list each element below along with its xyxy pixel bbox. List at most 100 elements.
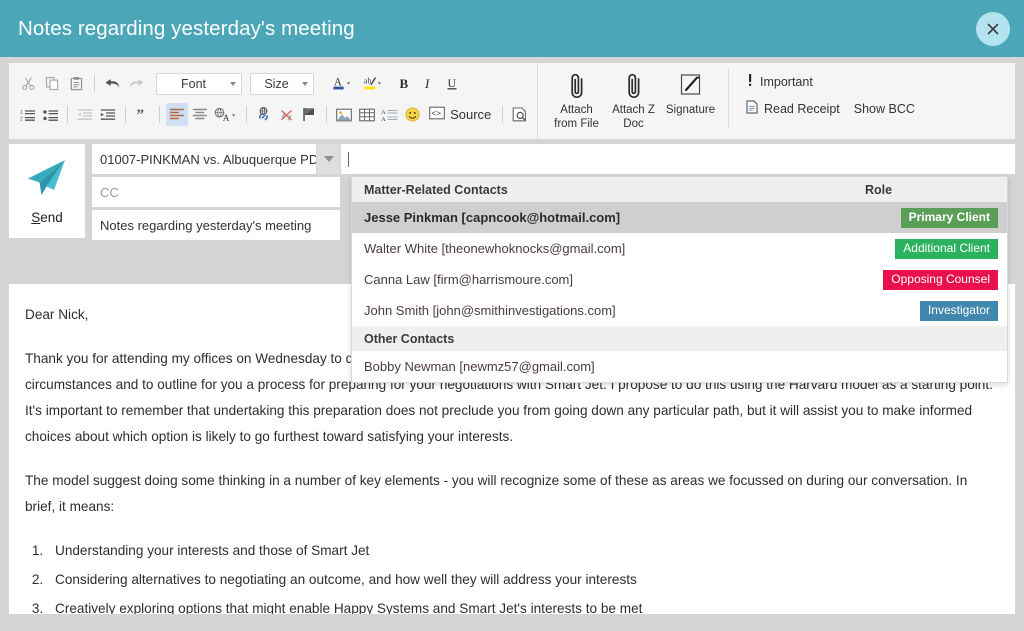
underline-button[interactable]: U (440, 72, 463, 95)
to-input[interactable] (341, 143, 1016, 175)
signature-label: Signature (665, 104, 716, 116)
read-receipt-toggle[interactable]: Read Receipt (746, 100, 840, 117)
preview-button[interactable] (509, 103, 531, 126)
svg-text:”: ” (136, 108, 144, 122)
source-button[interactable]: <> Source (424, 103, 496, 126)
font-family-value: Font (180, 76, 206, 91)
blockquote-icon: ” (136, 108, 150, 122)
message-options: Important Read Receipt Show BCC (738, 69, 915, 117)
templates-button[interactable]: A A (379, 103, 401, 126)
bulleted-list-button[interactable] (40, 103, 62, 126)
send-button[interactable]: Send (8, 143, 86, 239)
align-center-button[interactable] (189, 103, 211, 126)
underline-icon: U (445, 76, 459, 91)
chevron-down-icon (302, 81, 308, 86)
toolbar-divider (246, 106, 248, 123)
font-size-select[interactable]: Size (250, 72, 314, 95)
contacts-other-group-header: Other Contacts (352, 326, 1007, 351)
svg-text:U: U (447, 76, 456, 90)
decrease-indent-button[interactable] (74, 103, 96, 126)
attachment-buttons: Attach from File Attach Z Doc Signature (538, 69, 719, 131)
contacts-name-column-header: Matter-Related Contacts (364, 182, 508, 197)
contact-name: Jesse Pinkman [capncook@hotmail.com] (364, 210, 621, 225)
close-x-icon (986, 22, 1000, 36)
list-item: Understanding your interests and those o… (47, 538, 999, 564)
increase-indent-button[interactable] (97, 103, 119, 126)
image-button[interactable] (333, 103, 355, 126)
blockquote-button[interactable]: ” (132, 103, 154, 126)
table-button[interactable] (356, 103, 378, 126)
matter-select[interactable]: 01007-PINKMAN vs. Albuquerque PD (91, 143, 341, 175)
attach-from-file-line1: Attach (560, 104, 593, 116)
status-badge: Additional Client (895, 238, 998, 259)
bold-button[interactable]: B (392, 72, 415, 95)
contact-name: Canna Law [firm@harrismoure.com] (364, 272, 573, 287)
link-button[interactable] (253, 103, 275, 126)
contact-name: Bobby Newman [newmz57@gmail.com] (364, 359, 595, 374)
italic-button[interactable]: I (416, 72, 439, 95)
align-left-button[interactable] (166, 103, 189, 126)
subject-value: Notes regarding yesterday's meeting (100, 217, 312, 233)
numbered-list-icon: 1 2 (20, 108, 36, 122)
paste-icon (69, 76, 84, 91)
paperclip-icon (623, 69, 645, 103)
attach-z-doc-button[interactable]: Attach Z Doc (605, 69, 662, 131)
svg-text:1: 1 (20, 110, 23, 116)
toolbar-format-group: Font Size A ab B I U 1 2 ” A A A <> Sour… (9, 63, 537, 139)
paperclip-icon (566, 69, 588, 103)
toolbar-attachment-group: Attach from File Attach Z Doc Signature … (537, 63, 1015, 139)
font-family-select[interactable]: Font (156, 72, 242, 95)
link-icon (255, 107, 272, 122)
contacts-role-column-header: Role (865, 182, 893, 197)
receipt-bcc-row: Read Receipt Show BCC (746, 100, 915, 117)
attach-from-file-button[interactable]: Attach from File (548, 69, 605, 131)
close-button[interactable] (976, 11, 1010, 46)
contact-row-walter-white[interactable]: Walter White [theonewhoknocks@gmail.com]… (352, 233, 1007, 264)
svg-text:A: A (381, 109, 386, 116)
redo-button[interactable] (125, 72, 148, 95)
numbered-list-button[interactable]: 1 2 (17, 103, 39, 126)
undo-button[interactable] (101, 72, 124, 95)
anchor-button[interactable] (299, 103, 321, 126)
svg-text:A: A (223, 113, 230, 123)
signature-button[interactable]: Signature (662, 69, 719, 117)
read-receipt-label: Read Receipt (764, 101, 840, 116)
text-direction-icon: A (214, 107, 238, 123)
contact-row-john-smith[interactable]: John Smith [john@smithinvestigations.com… (352, 295, 1007, 326)
subject-input[interactable]: Notes regarding yesterday's meeting (91, 209, 341, 241)
svg-text:A: A (381, 116, 386, 122)
unlink-button[interactable] (276, 103, 298, 126)
contact-row-jesse-pinkman[interactable]: Jesse Pinkman [capncook@hotmail.com] Pri… (352, 202, 1007, 233)
body-key-elements-list: Understanding your interests and those o… (47, 538, 999, 614)
copy-button[interactable] (41, 72, 64, 95)
cut-icon (21, 76, 36, 91)
contact-row-bobby-newman[interactable]: Bobby Newman [newmz57@gmail.com] (352, 351, 1007, 382)
list-item: Creatively exploring options that might … (47, 596, 999, 614)
cut-button[interactable] (17, 72, 40, 95)
toolbar-divider (728, 69, 729, 129)
highlight-color-button[interactable]: ab (361, 72, 391, 95)
source-button-label: Source (450, 107, 492, 122)
matter-select-value: 01007-PINKMAN vs. Albuquerque PD (100, 151, 316, 167)
emoji-button[interactable] (401, 103, 423, 126)
font-size-value: Size (264, 76, 289, 91)
contacts-dropdown[interactable]: Matter-Related Contacts Role Jesse Pinkm… (351, 176, 1008, 383)
image-icon (336, 108, 352, 122)
svg-text:<>: <> (431, 110, 441, 119)
preview-icon (512, 107, 528, 122)
cc-input[interactable]: CC (91, 176, 341, 208)
send-button-label: Send (31, 210, 63, 225)
contact-row-canna-law[interactable]: Canna Law [firm@harrismoure.com] Opposin… (352, 264, 1007, 295)
document-icon (746, 100, 758, 117)
important-toggle[interactable]: Important (746, 73, 813, 90)
text-direction-button[interactable]: A (212, 103, 240, 126)
paste-button[interactable] (65, 72, 88, 95)
chevron-down-icon[interactable] (316, 144, 340, 174)
decrease-indent-icon (77, 108, 93, 122)
cc-placeholder: CC (100, 184, 119, 200)
text-color-button[interactable]: A (330, 72, 360, 95)
show-bcc-button[interactable]: Show BCC (854, 102, 915, 116)
contact-name: John Smith [john@smithinvestigations.com… (364, 303, 616, 318)
align-left-icon (169, 108, 185, 121)
bold-icon: B (397, 76, 411, 91)
